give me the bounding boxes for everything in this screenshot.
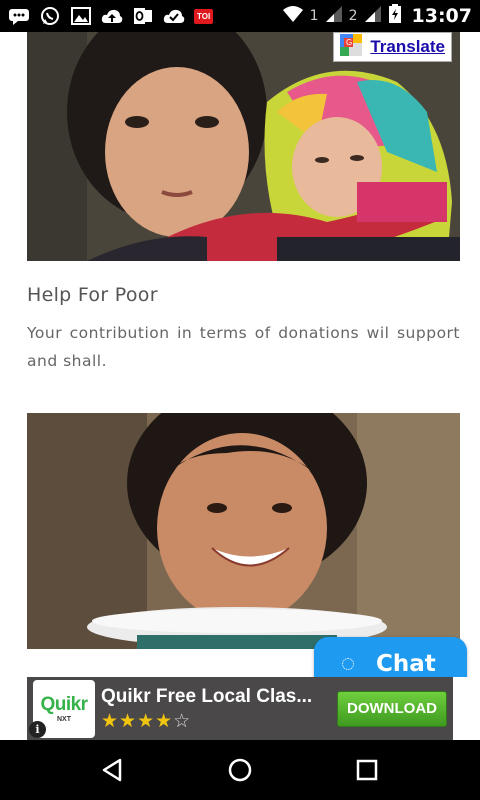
whatsapp-icon — [39, 6, 61, 26]
cloud-upload-icon — [101, 6, 123, 26]
ad-logo-sub: NXT — [57, 716, 71, 723]
navigation-bar — [0, 740, 480, 800]
wifi-icon — [282, 5, 304, 27]
card-image-poor-children[interactable]: G Translate — [27, 32, 460, 261]
signal-icon — [325, 5, 343, 27]
gallery-icon — [70, 6, 92, 26]
status-bar: TOI 1 2 13:07 — [0, 0, 480, 32]
ad-banner[interactable]: Quikr NXT Quikr Free Local Clas... ★★★★☆… — [27, 677, 453, 740]
home-icon[interactable] — [220, 750, 260, 790]
toi-icon: TOI — [194, 8, 214, 24]
outlook-icon — [132, 6, 154, 26]
ad-logo-text: Quikr — [40, 694, 88, 715]
ad-title[interactable]: Quikr Free Local Clas... — [101, 686, 331, 708]
back-icon[interactable] — [93, 750, 133, 790]
empty-star: ☆ — [173, 709, 192, 732]
card-description: Your contribution in terms of donations … — [27, 324, 460, 370]
card-title[interactable]: Help For Poor — [27, 284, 158, 306]
clock: 13:07 — [411, 5, 472, 27]
chat-label: Chat — [376, 650, 436, 677]
messages-icon — [8, 6, 30, 26]
checkmark-cloud-icon — [163, 6, 185, 26]
chat-button[interactable]: Chat — [314, 637, 467, 677]
battery-icon — [388, 4, 402, 28]
screen: TOI 1 2 13:07 G Translate Help For Poor … — [0, 0, 480, 800]
sim1-label: 1 — [309, 8, 319, 24]
translate-button[interactable]: G Translate — [333, 32, 452, 62]
google-translate-icon: G — [340, 34, 363, 60]
sim2-label: 2 — [348, 8, 358, 24]
chat-loading-icon — [342, 657, 354, 670]
card-image-smiling-child[interactable] — [27, 413, 460, 649]
ad-rating-stars: ★★★★☆ — [101, 710, 331, 732]
page-content: G Translate Help For Poor Your contribut… — [0, 32, 480, 677]
photo-girl-with-baby — [27, 32, 460, 261]
ad-download-button[interactable]: DOWNLOAD — [337, 690, 447, 727]
svg-text:G: G — [346, 38, 352, 47]
translate-label: Translate — [370, 37, 445, 56]
recents-icon[interactable] — [347, 750, 387, 790]
signal-icon — [364, 5, 382, 27]
photo-smiling-girl — [27, 413, 460, 649]
filled-stars: ★★★★ — [101, 709, 174, 732]
ad-info-icon[interactable]: i — [29, 721, 46, 738]
